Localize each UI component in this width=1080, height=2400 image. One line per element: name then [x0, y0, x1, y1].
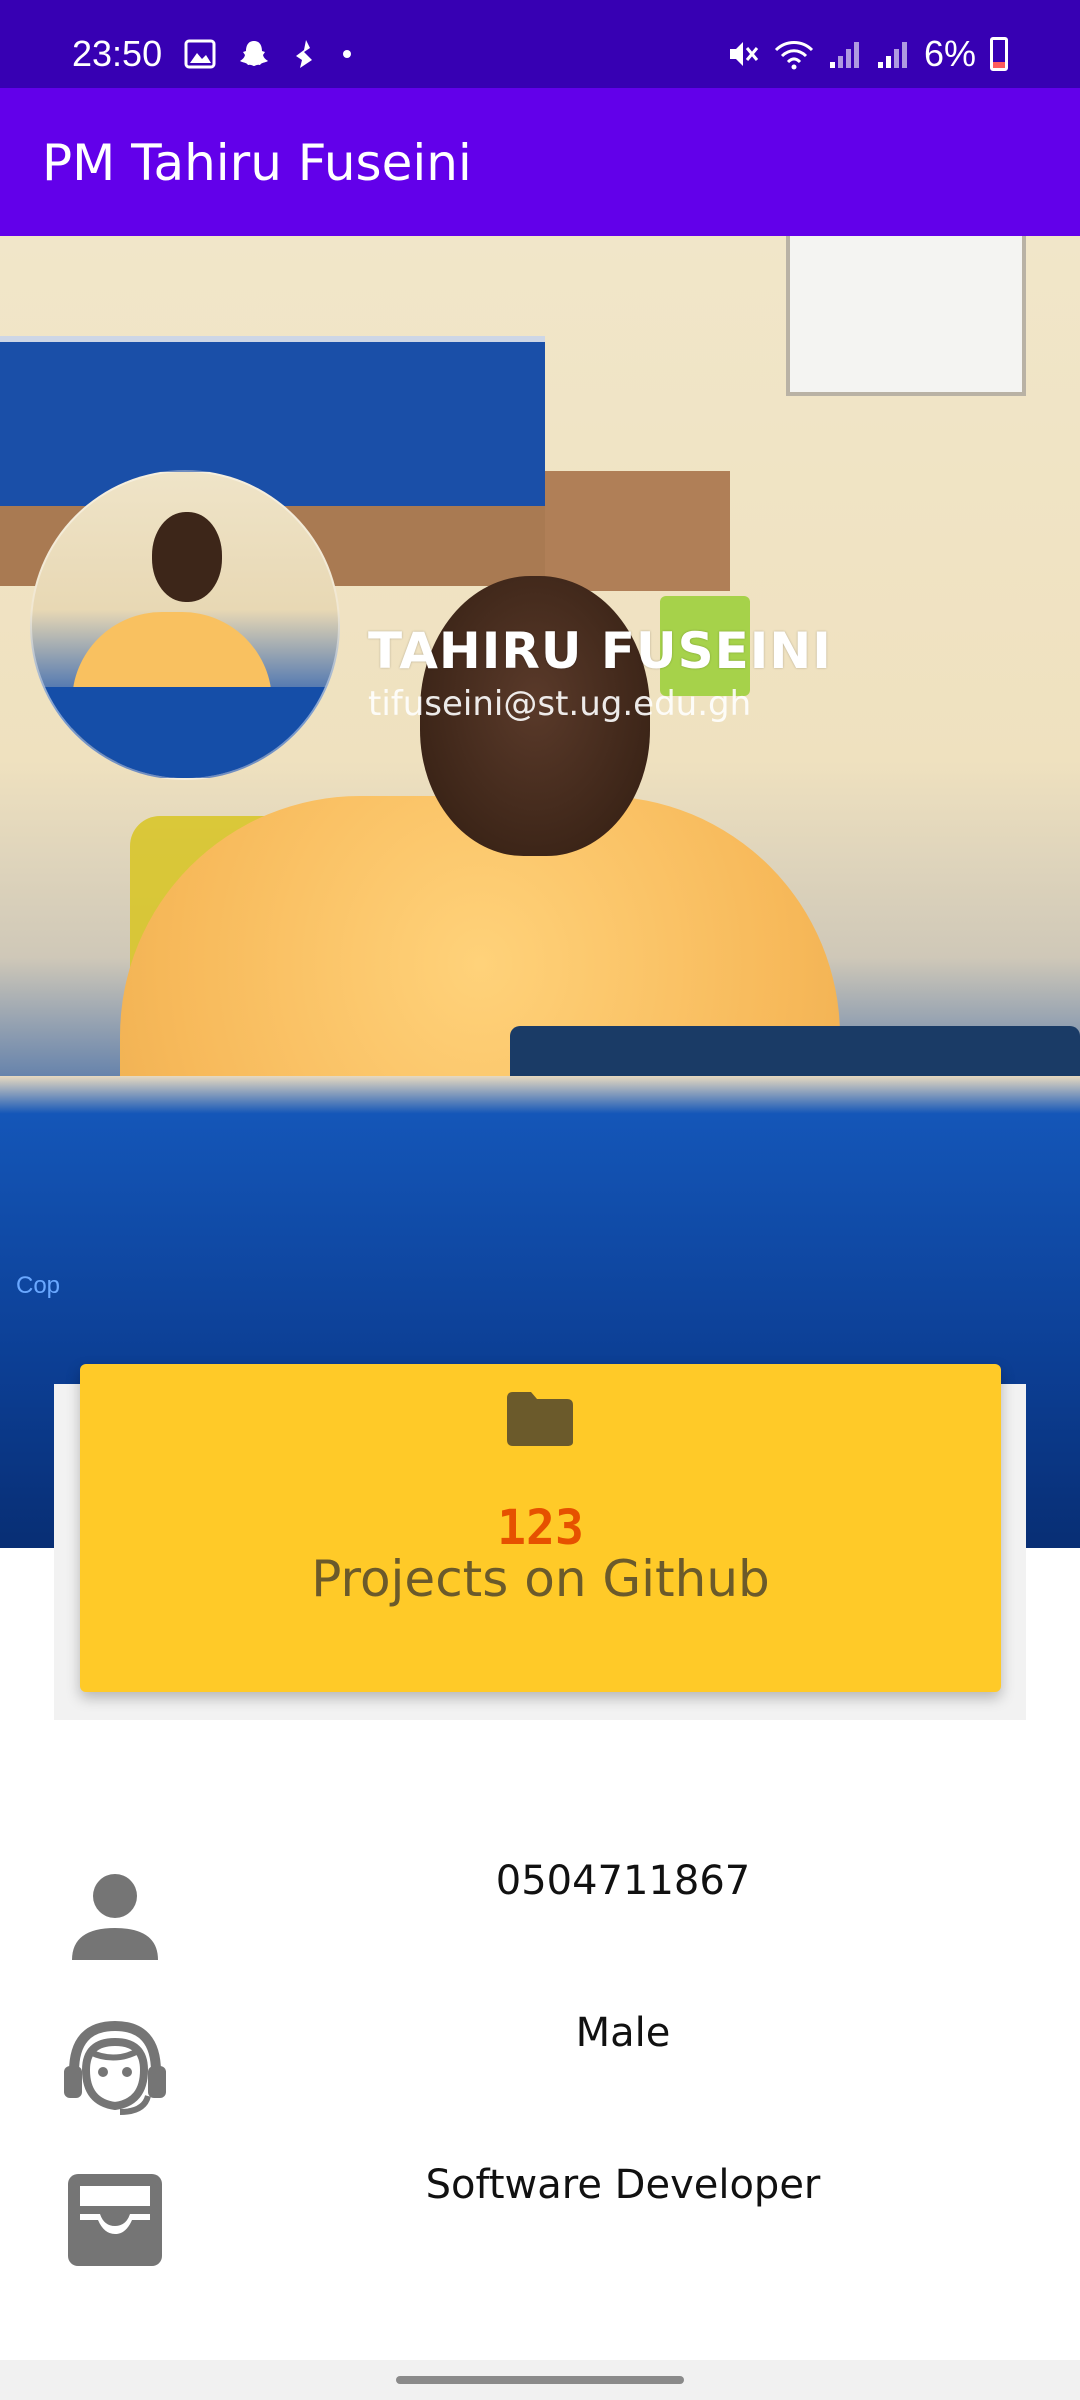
- avatar[interactable]: [30, 470, 340, 780]
- navigation-bar: [0, 2360, 1080, 2400]
- info-row-occupation: Software Developer: [0, 2144, 1080, 2294]
- info-row-phone: 0504711867: [0, 1840, 1080, 1990]
- home-gesture-handle[interactable]: [396, 2376, 684, 2384]
- photo-credit: Cop: [16, 1272, 61, 1299]
- status-time: 23:50: [72, 33, 163, 74]
- snapchat-icon: [240, 41, 268, 66]
- projects-card[interactable]: 123 Projects on Github: [80, 1364, 1001, 1692]
- signal-icon: [877, 42, 907, 68]
- dot-icon: [343, 50, 351, 58]
- battery-percent: 6%: [923, 33, 976, 74]
- app-title: PM Tahiru Fuseini: [42, 134, 472, 192]
- app-bar: PM Tahiru Fuseini: [0, 88, 1080, 236]
- wifi-icon: [774, 41, 814, 70]
- phone-number: 0504711867: [495, 1858, 751, 1904]
- info-row-gender: Male: [0, 1992, 1080, 2142]
- inbox-icon: [68, 2174, 162, 2266]
- support-agent-icon: [64, 2020, 166, 2115]
- notification-icons: [184, 38, 352, 70]
- gender: Male: [575, 2010, 671, 2056]
- person-icon: [72, 1874, 158, 1960]
- projects-label: Projects on Github: [311, 1550, 770, 1608]
- image-icon: [184, 39, 216, 69]
- signal-icon: [829, 42, 859, 68]
- clean-master-icon: [296, 40, 312, 68]
- system-icons: 6%: [726, 36, 1008, 72]
- profile-name: TAHIRU FUSEINI: [368, 622, 832, 680]
- status-bar: 23:50 6%: [0, 0, 1080, 88]
- projects-count: 123: [497, 1500, 584, 1556]
- cover-photo: [0, 236, 1080, 1548]
- mute-icon: [729, 42, 759, 66]
- occupation: Software Developer: [425, 2162, 821, 2208]
- profile-email: tifuseini@st.ug.edu.gh: [368, 684, 752, 724]
- folder-icon: [507, 1392, 573, 1446]
- battery-icon: [990, 37, 1008, 71]
